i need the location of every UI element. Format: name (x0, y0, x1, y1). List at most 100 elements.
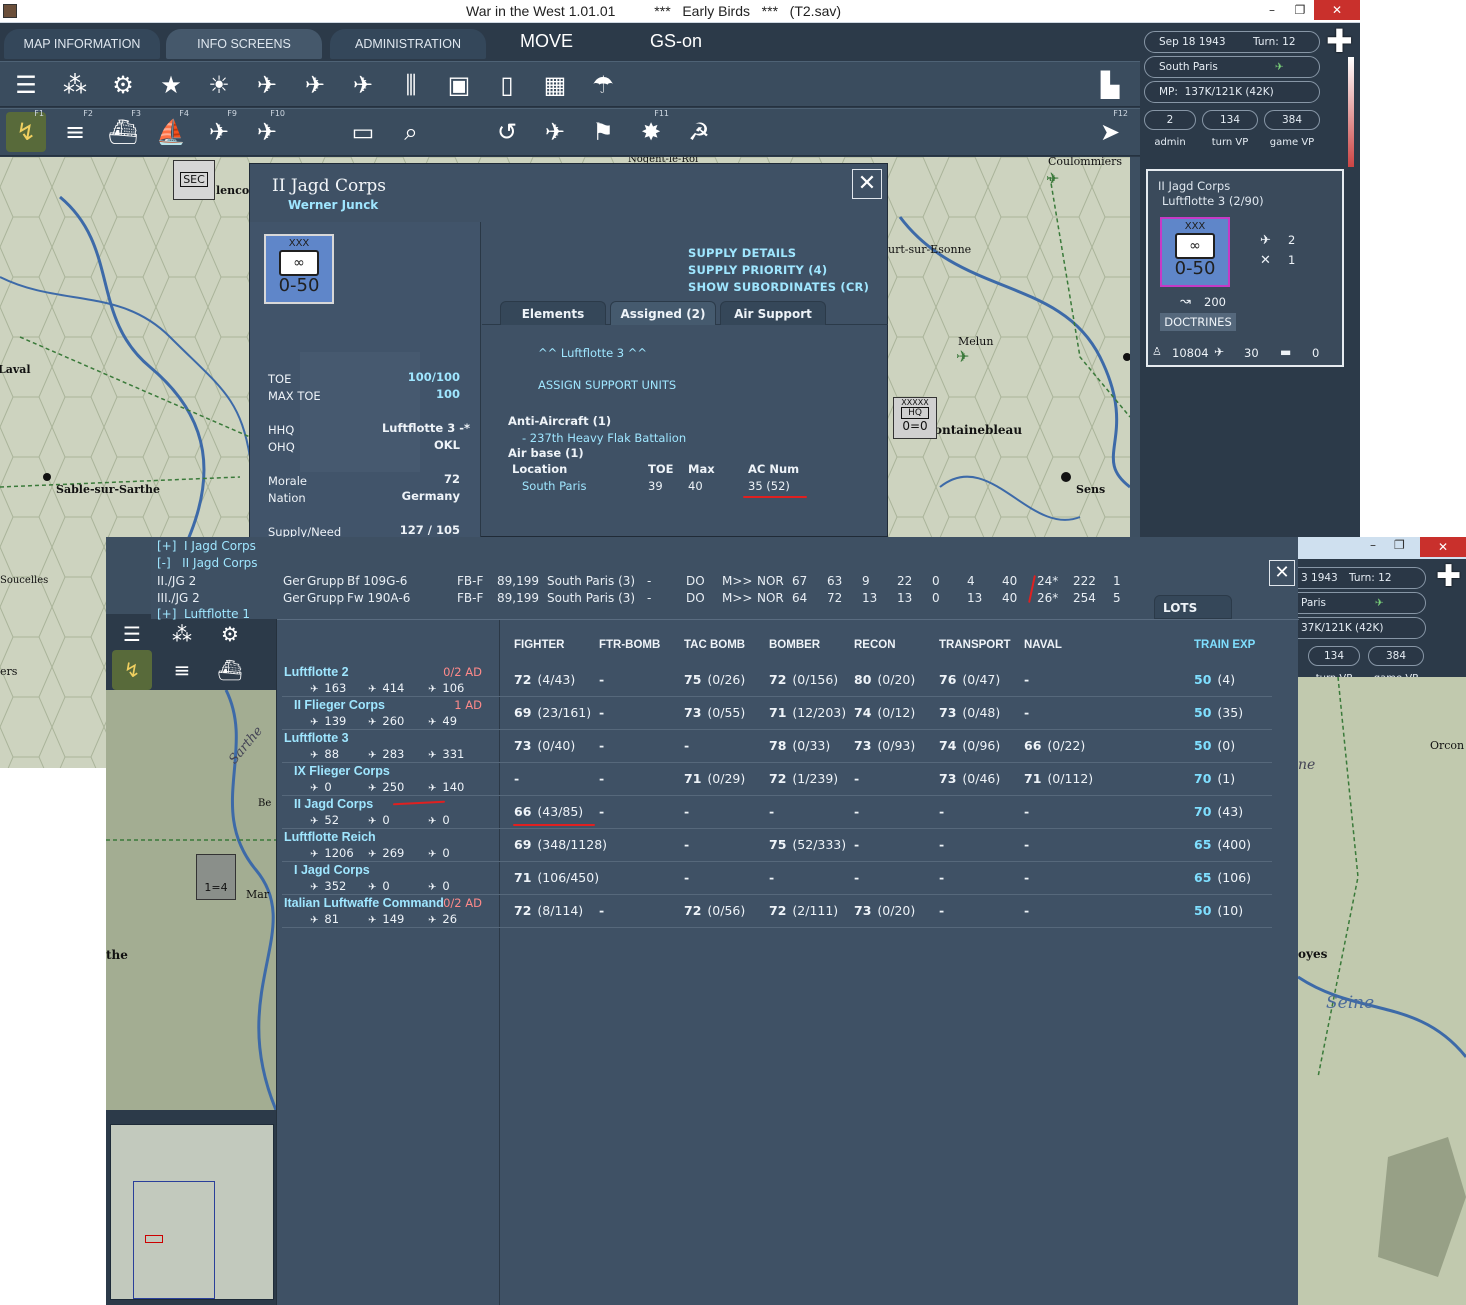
show-subordinates-link[interactable]: SHOW SUBORDINATES (CR) (688, 280, 869, 294)
air-hq-link[interactable]: ^^ Luftflotte 3 ^^ (538, 346, 647, 360)
command-row[interactable]: II Flieger Corps 1 AD ✈ 139 ✈ 260 ✈ 49 69 (23/161… (282, 697, 1272, 730)
hq-commander[interactable]: Werner Junck (288, 198, 378, 212)
command-row[interactable]: Luftflotte 2 0/2 AD ✈ 163 ✈ 414 ✈ 106 72 (4/43) - 7… (282, 664, 1272, 697)
command-name[interactable]: IX Flieger Corps (294, 764, 390, 778)
command-row[interactable]: Italian Luftwaffe Command 0/2 AD ✈ 81 ✈ 149 ✈ 2… (282, 895, 1272, 928)
close-button[interactable]: ✕ (1314, 0, 1360, 20)
report-icon[interactable]: ▣ (439, 65, 479, 105)
layers-icon[interactable]: ☰ (112, 614, 152, 654)
move-mode-icon[interactable]: ↯ (112, 650, 152, 690)
partisan-icon[interactable]: ☭ (679, 112, 719, 152)
air-ai-icon[interactable]: ✈ (535, 112, 575, 152)
unit-counter[interactable]: XXX ∞ 0-50 (1160, 217, 1230, 287)
air-commands-icon[interactable]: ✈ (343, 65, 383, 105)
tree-i-jagd-corps[interactable]: [+] I Jagd Corps (157, 539, 256, 553)
naval-transport-icon[interactable]: ⛴ (210, 650, 250, 690)
command-row[interactable]: Luftflotte Reich ✈ 1206 ✈ 269 ✈ 0 69 (348/1128) -… (282, 829, 1272, 862)
zoom-icon[interactable]: ⌕ (391, 112, 431, 152)
move-mode-icon[interactable]: ↯ F1 (6, 109, 46, 152)
command-row[interactable]: I Jagd Corps ✈ 352 ✈ 0 ✈ 0 71 (106/450) - - - - - 65 (1… (282, 862, 1272, 895)
end-turn-icon[interactable]: ➤ F12 (1090, 109, 1130, 152)
tree-luftflotte-1[interactable]: [+] Luftflotte 1 (157, 607, 250, 621)
close-button[interactable]: ✕ (1420, 537, 1466, 557)
selected-unit-card[interactable]: II Jagd Corps Luftflotte 3 (2/90) XXX ∞ … (1146, 169, 1344, 367)
air-mission-icon[interactable]: ✈ F10 (247, 109, 287, 152)
flak-battalion-link[interactable]: - 237th Heavy Flak Battalion (522, 431, 686, 445)
planes-count: 2 (1288, 233, 1296, 247)
col-header-bomber[interactable]: BOMBER (769, 639, 820, 651)
bar-chart-icon[interactable]: ▙ (1090, 65, 1130, 105)
minimize-button[interactable]: – (1258, 0, 1286, 20)
command-name[interactable]: Luftflotte 3 (284, 731, 349, 745)
maximize-button[interactable]: ❐ (1394, 538, 1405, 552)
col-header-fighter[interactable]: FIGHTER (514, 639, 564, 651)
right-map-strip[interactable]: Orcon ne oyes Seine (1298, 677, 1466, 1305)
assign-support-units-link[interactable]: ASSIGN SUPPORT UNITS (538, 378, 676, 392)
command-row[interactable]: Luftflotte 3 ✈ 88 ✈ 283 ✈ 331 73 (0/40) - - 78 (0/33… (282, 730, 1272, 763)
close-popup-button[interactable]: ✕ (852, 169, 882, 199)
col-header-transport[interactable]: TRANSPORT (939, 639, 1011, 651)
supply-priority-link[interactable]: SUPPLY PRIORITY (4) (688, 263, 827, 277)
maximize-button[interactable]: ❐ (1286, 0, 1314, 20)
col-header-ftr-bomb[interactable]: FTR-BOMB (599, 639, 660, 651)
units-list-icon[interactable]: ⁂ (55, 65, 95, 105)
hhq-value[interactable]: Luftflotte 3 -* (382, 421, 470, 435)
tab-elements[interactable]: Elements (500, 301, 606, 325)
air-base-header: Air base (1) (508, 446, 584, 460)
tab-administration[interactable]: ADMINISTRATION (330, 29, 486, 59)
minimap[interactable] (110, 1124, 274, 1300)
tree-ii-jagd-corps[interactable]: [-] II Jagd Corps (157, 556, 258, 570)
rail-mode-icon[interactable]: ≡ F2 (55, 109, 95, 152)
command-row[interactable]: IX Flieger Corps ✈ 0 ✈ 250 ✈ 140 - - 71 (0/29) 72 (1… (282, 763, 1272, 796)
col-header-tac-bomb[interactable]: TAC BOMB (684, 639, 745, 651)
tab-air-support[interactable]: Air Support (720, 301, 826, 325)
close-list-button[interactable]: ✕ (1269, 560, 1295, 586)
star-icon[interactable]: ★ (151, 65, 191, 105)
enemy-hq-counter[interactable]: XXXXX HQ 0=0 (893, 397, 937, 439)
weather-icon[interactable]: ☀ (199, 65, 239, 105)
production-icon[interactable]: ⫼ (391, 65, 431, 105)
naval-transport-icon[interactable]: ⛴ F3 (103, 109, 143, 152)
air-base-location-link[interactable]: South Paris (522, 479, 586, 493)
rail-mode-icon[interactable]: ≡ (162, 650, 202, 690)
stacked-unit-counter[interactable]: 1=4 (196, 854, 236, 900)
air-group-row[interactable]: III./JG 2 Ger Grupp Fw 190A-6 FB-F 89,199 Sout… (151, 591, 1298, 607)
doctrines-button[interactable]: DOCTRINES (1160, 313, 1236, 331)
command-name[interactable]: II Flieger Corps (294, 698, 385, 712)
sec-unit-counter[interactable]: SEC (173, 160, 215, 200)
col-header-train-exp[interactable]: TRAIN EXP (1194, 639, 1255, 651)
move-mode-button[interactable]: MOVE (520, 31, 573, 52)
gear-icon[interactable]: ⚙ (103, 65, 143, 105)
tab-info-screens[interactable]: INFO SCREENS (166, 29, 322, 59)
flag-icon[interactable]: ⚑ (583, 112, 623, 152)
airbase-icon[interactable]: ✈ (956, 347, 969, 366)
parachute-icon[interactable]: ☂ (583, 65, 623, 105)
graph-icon[interactable]: ▦ (535, 65, 575, 105)
document-icon[interactable]: ▯ (487, 65, 527, 105)
air-group-row[interactable]: II./JG 2 Ger Grupp Bf 109G-6 FB-F 89,199 South… (151, 574, 1298, 590)
air-strike-icon[interactable]: ✈ (247, 65, 287, 105)
window-icon[interactable]: ▭ (343, 112, 383, 152)
minimize-button[interactable]: – (1370, 538, 1376, 552)
command-name[interactable]: Luftflotte 2 (284, 665, 349, 679)
command-name[interactable]: Luftflotte Reich (284, 830, 376, 844)
explosion-icon[interactable]: ✸ F11 (631, 109, 671, 152)
air-group-icon[interactable]: ✈ (295, 65, 335, 105)
naval-mode-icon[interactable]: ⛵ F4 (151, 109, 191, 152)
tab-lots[interactable]: LOTS (1154, 595, 1232, 619)
command-name[interactable]: I Jagd Corps (294, 863, 370, 877)
command-name[interactable]: II Jagd Corps (294, 797, 373, 811)
tab-map-information[interactable]: MAP INFORMATION (4, 29, 160, 59)
col-header-recon[interactable]: RECON (854, 639, 896, 651)
col-header-naval[interactable]: NAVAL (1024, 639, 1062, 651)
ground-support-toggle[interactable]: GS-on (650, 31, 702, 52)
command-name[interactable]: Italian Luftwaffe Command (284, 896, 444, 910)
left-map-strip[interactable]: Sarthe Be Mar the 1=4 (106, 690, 276, 1110)
air-transfer-icon[interactable]: ✈ F9 (199, 109, 239, 152)
air-base-ac-num: 35 (52) (748, 479, 790, 493)
supply-details-link[interactable]: SUPPLY DETAILS (688, 246, 796, 260)
layers-icon[interactable]: ☰ (6, 65, 46, 105)
airbase-icon[interactable]: ✈ (1046, 169, 1059, 188)
undo-icon[interactable]: ↺ (487, 112, 527, 152)
tab-assigned[interactable]: Assigned (2) (610, 301, 716, 325)
